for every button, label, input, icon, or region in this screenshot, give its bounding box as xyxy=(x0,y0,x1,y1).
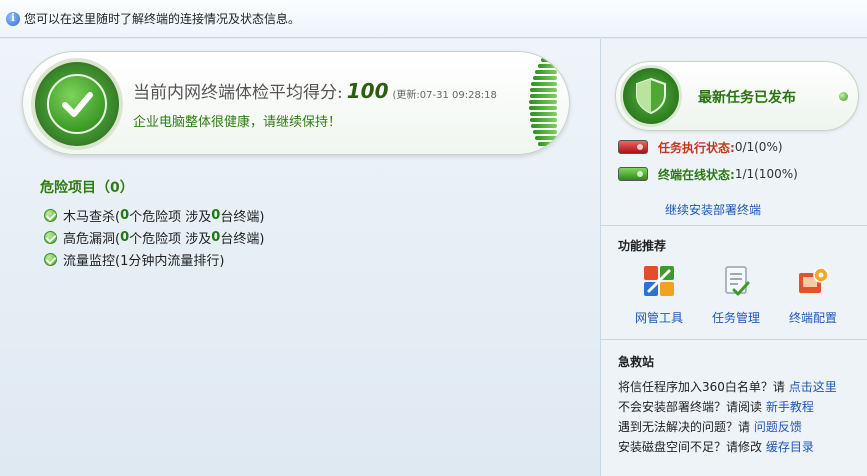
shield-icon xyxy=(636,77,666,115)
divider xyxy=(601,339,867,340)
main-panel: 当前内网终端体检平均得分: 100 (更新:07-31 09:28:18 企业电脑整… xyxy=(0,39,600,476)
green-status-lamp-icon xyxy=(618,167,648,181)
feature-terminal-config[interactable]: 终端配置 xyxy=(780,265,846,326)
task-exec-status: 任务执行状态: 0/1(0%) xyxy=(618,139,783,155)
task-management-icon xyxy=(720,265,752,297)
latest-task-card[interactable]: 最新任务已发布 xyxy=(615,61,859,131)
danger-item-traffic[interactable]: 流量监控(1分钟内流量排行) xyxy=(44,248,264,270)
rescue-item: 遇到无法解决的问题？请 问题反馈 xyxy=(618,420,802,434)
terminal-config-icon xyxy=(797,265,829,297)
feature-task-management[interactable]: 任务管理 xyxy=(703,265,769,326)
danger-item-vulnerability[interactable]: 高危漏洞(0 个危险项 涉及 0 台终端) xyxy=(44,226,264,248)
danger-items-title: 危险项目（0） xyxy=(40,180,134,196)
danger-item-trojan[interactable]: 木马查杀(0 个危险项 涉及 0 台终端) xyxy=(44,204,264,226)
rescue-item: 安装磁盘空间不足？请修改 缓存目录 xyxy=(618,440,814,454)
score-label: 当前内网终端体检平均得分: xyxy=(133,83,343,103)
ok-check-icon xyxy=(44,208,57,222)
score-level-bars xyxy=(527,58,557,150)
side-panel: 最新任务已发布 任务执行状态: 0/1(0%) 终端在线状态: 1/1(100%) … xyxy=(600,39,867,476)
features-title: 功能推荐 xyxy=(618,239,667,253)
score-card: 当前内网终端体检平均得分: 100 (更新:07-31 09:28:18 企业电脑整… xyxy=(22,51,570,155)
health-check-badge xyxy=(31,58,123,150)
ok-check-icon xyxy=(44,252,57,266)
ok-check-icon xyxy=(44,230,57,244)
score-update-time: (更新:07-31 09:28:18 xyxy=(392,90,497,101)
feature-network-tools[interactable]: 网管工具 xyxy=(626,265,692,326)
rescue-title: 急救站 xyxy=(618,355,655,369)
whitelist-link[interactable]: 点击这里 xyxy=(789,380,837,394)
checkmark-icon xyxy=(62,92,93,117)
latest-task-title: 最新任务已发布 xyxy=(698,90,796,106)
score-line: 当前内网终端体检平均得分: 100 (更新:07-31 09:28:18 xyxy=(133,78,497,103)
rescue-item: 不会安装部署终端？请阅读 新手教程 xyxy=(618,400,814,414)
feedback-link[interactable]: 问题反馈 xyxy=(754,420,802,434)
continue-deploy-link[interactable]: 继续安装部署终端 xyxy=(665,201,761,218)
score-value: 100 xyxy=(346,79,389,103)
divider xyxy=(601,225,867,226)
info-text: 您可以在这里随时了解终端的连接情况及状态信息。 xyxy=(24,12,301,26)
terminal-online-status: 终端在线状态: 1/1(100%) xyxy=(618,166,798,182)
danger-items-list: 木马查杀(0 个危险项 涉及 0 台终端) 高危漏洞(0 个危险项 涉及 0 台… xyxy=(44,204,264,270)
red-status-lamp-icon xyxy=(618,140,648,154)
cache-dir-link[interactable]: 缓存目录 xyxy=(766,440,814,454)
network-tools-icon xyxy=(643,265,675,297)
info-icon: i xyxy=(6,11,20,26)
rescue-item: 将信任程序加入360白名单？请 点击这里 xyxy=(618,380,837,394)
tutorial-link[interactable]: 新手教程 xyxy=(766,400,814,414)
status-dot-icon xyxy=(839,92,848,101)
info-bar: i 您可以在这里随时了解终端的连接情况及状态信息。 xyxy=(0,0,867,38)
rescue-list: 将信任程序加入360白名单？请 点击这里 不会安装部署终端？请阅读 新手教程 遇… xyxy=(618,377,837,457)
health-status-text: 企业电脑整体很健康，请继续保持！ xyxy=(133,115,342,130)
shield-badge xyxy=(620,65,682,127)
